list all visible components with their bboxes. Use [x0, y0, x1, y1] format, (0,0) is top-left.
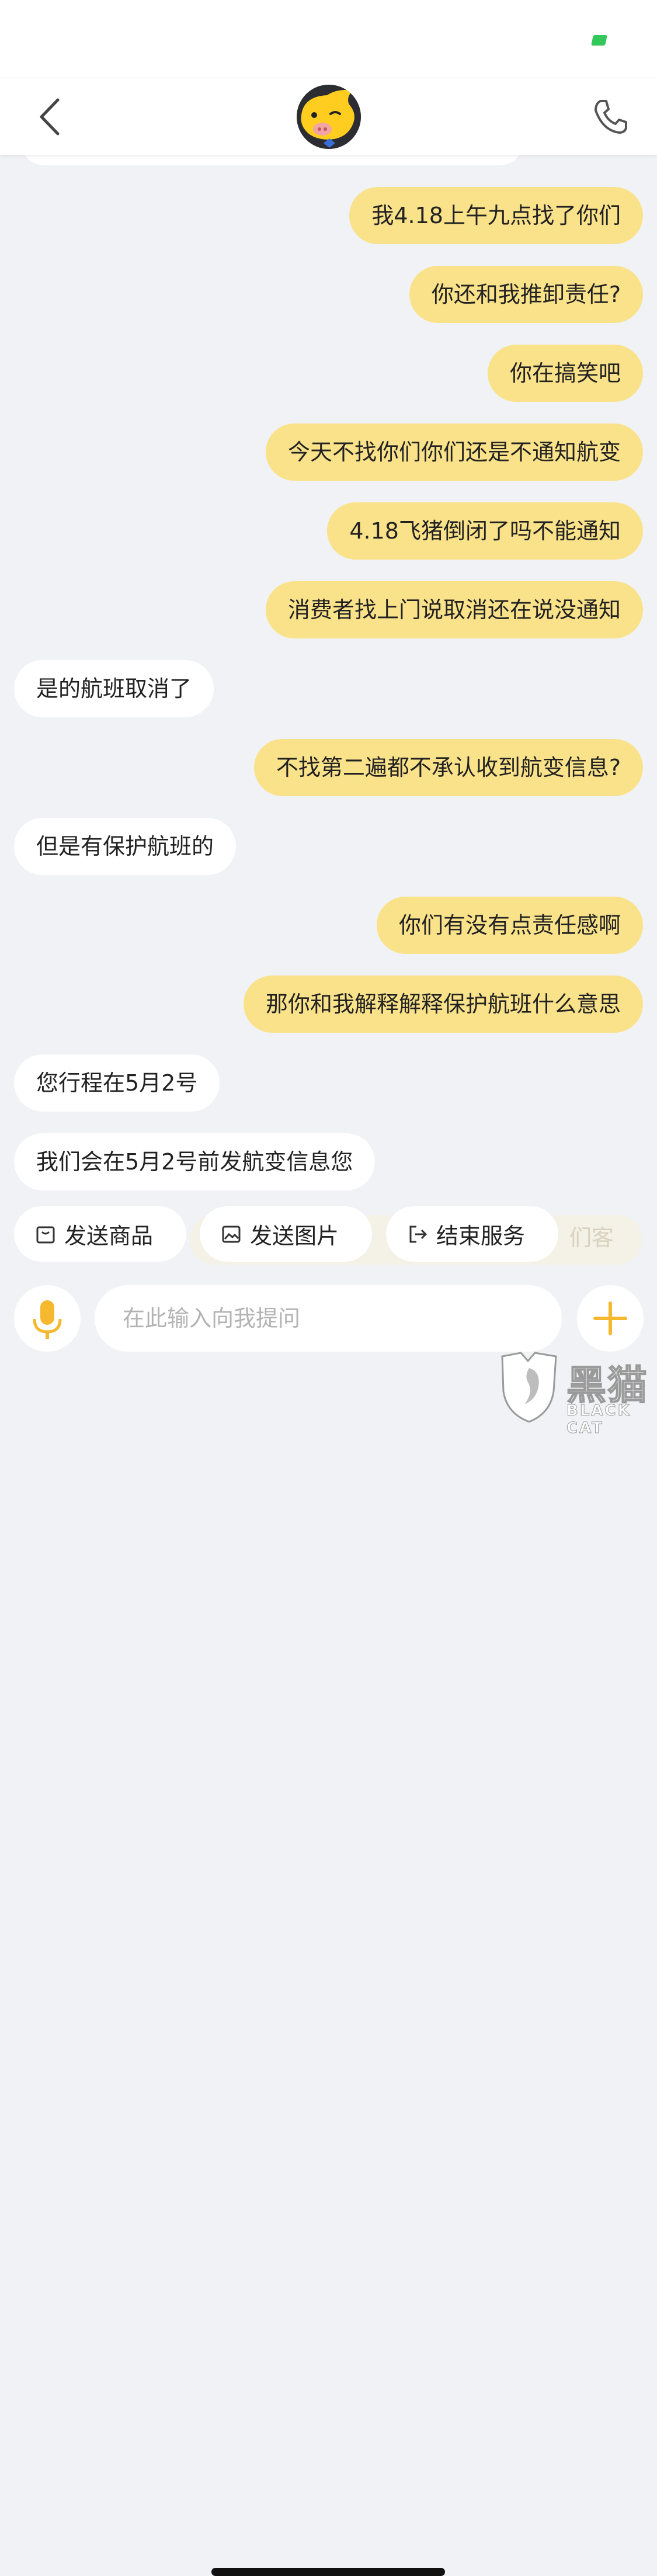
- received-message-bubble: 但是有保护航班的: [14, 818, 237, 875]
- status-bar: [0, 0, 657, 79]
- hidden-message-text: 们客: [569, 1225, 614, 1251]
- message-input[interactable]: [95, 1285, 562, 1352]
- end-service-button[interactable]: 结束服务: [386, 1206, 558, 1262]
- voice-button[interactable]: [14, 1285, 81, 1352]
- send-image-button[interactable]: 发送图片: [200, 1206, 372, 1262]
- product-icon: [36, 1226, 55, 1243]
- watermark-en: BLACK CAT: [566, 1402, 631, 1438]
- sent-message-bubble: 你在搞笑吧: [487, 345, 643, 402]
- sent-message-bubble: 那你和我解释解释保护航班什么意思: [243, 975, 643, 1033]
- watermark: 黑猫 BLACK CAT: [498, 1351, 657, 1438]
- call-button[interactable]: [590, 96, 631, 137]
- sent-message-bubble: 消费者找上门说取消还在说没通知: [265, 581, 643, 638]
- fliggy-mascot-icon: [297, 85, 361, 149]
- sent-message-bubble: 不找第二遍都不承认收到航变信息?: [253, 739, 643, 796]
- battery-icon: [591, 35, 607, 46]
- send-product-button[interactable]: 发送商品: [14, 1206, 186, 1262]
- plus-icon: [593, 1301, 627, 1335]
- send-product-label: 发送商品: [64, 1223, 154, 1249]
- back-button[interactable]: [32, 95, 73, 138]
- black-cat-logo-icon: [501, 1352, 557, 1423]
- add-button[interactable]: [577, 1285, 644, 1352]
- sent-message-bubble: 你还和我推卸责任?: [409, 266, 643, 323]
- end-service-label: 结束服务: [436, 1223, 526, 1249]
- sent-message-bubble: 你们有没有点责任感啊: [376, 897, 643, 954]
- phone-icon: [595, 100, 627, 134]
- sent-message-bubble: 4.18飞猪倒闭了吗不能通知: [327, 502, 643, 560]
- sent-message-bubble: 我4.18上午九点找了你们: [349, 187, 643, 244]
- send-image-label: 发送图片: [250, 1223, 339, 1249]
- received-message-bubble: 我们会在5月2号前发航变信息您: [14, 1133, 376, 1190]
- received-message-bubble: 您行程在5月2号: [14, 1054, 220, 1112]
- nav-bar: [0, 79, 657, 155]
- image-icon: [222, 1225, 241, 1242]
- microphone-icon: [33, 1300, 62, 1339]
- avatar[interactable]: [297, 85, 361, 149]
- sent-message-bubble: 今天不找你们你们还是不通知航变: [265, 423, 643, 481]
- received-message-bubble: 是的航班取消了: [14, 660, 214, 717]
- chevron-left-icon: [40, 98, 60, 136]
- exit-icon: [409, 1225, 427, 1242]
- home-indicator: [211, 2568, 445, 2576]
